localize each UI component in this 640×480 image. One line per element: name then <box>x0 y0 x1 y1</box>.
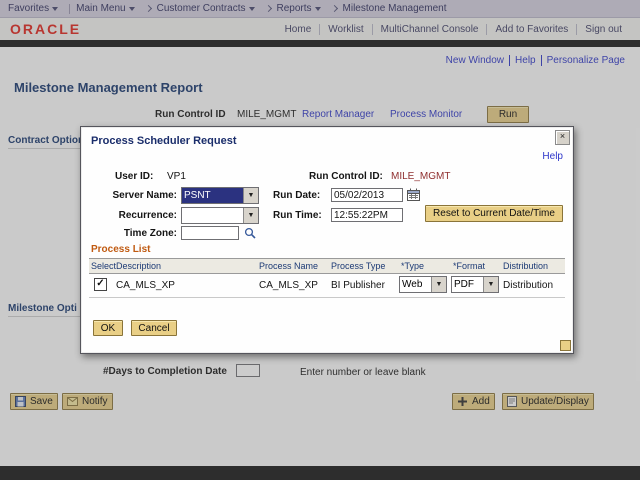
dropdown-arrow-icon[interactable]: ▼ <box>243 188 258 203</box>
server-name-label: Server Name: <box>112 190 177 201</box>
process-scheduler-request-dialog: Process Scheduler Request × Help User ID… <box>80 126 574 354</box>
user-id-label: User ID: <box>115 171 154 182</box>
distribution-link[interactable]: Distribution <box>503 280 553 291</box>
type-value: Web <box>402 279 423 290</box>
dialog-run-control-id-value: MILE_MGMT <box>391 171 451 182</box>
row-description: CA_MLS_XP <box>116 280 175 291</box>
dialog-title: Process Scheduler Request <box>91 135 237 147</box>
process-list-title: Process List <box>91 244 151 255</box>
ok-button[interactable]: OK <box>93 320 123 336</box>
run-time-input[interactable] <box>331 208 403 222</box>
type-select[interactable]: Web ▼ <box>399 276 447 293</box>
user-id-value: VP1 <box>167 171 186 182</box>
dialog-help-link[interactable]: Help <box>542 151 563 162</box>
col-type: *Type <box>401 261 425 271</box>
dropdown-arrow-icon[interactable]: ▼ <box>483 277 498 292</box>
run-date-label: Run Date: <box>273 190 321 201</box>
process-list-header-row: Select Description Process Name Process … <box>89 258 565 274</box>
format-select[interactable]: PDF ▼ <box>451 276 499 293</box>
format-value: PDF <box>454 279 474 290</box>
run-date-input[interactable] <box>331 188 403 202</box>
cancel-button[interactable]: Cancel <box>131 320 177 336</box>
server-name-select[interactable]: PSNT ▼ <box>181 187 259 204</box>
recurrence-label: Recurrence: <box>118 210 177 221</box>
time-zone-label: Time Zone: <box>123 228 177 239</box>
dropdown-arrow-icon[interactable]: ▼ <box>243 208 258 223</box>
col-select: Select <box>91 261 117 271</box>
run-time-label: Run Time: <box>273 210 322 221</box>
row-process-type: BI Publisher <box>331 280 385 291</box>
close-icon[interactable]: × <box>555 130 570 145</box>
col-distribution: Distribution <box>503 261 549 271</box>
row-process-name: CA_MLS_XP <box>259 280 318 291</box>
dropdown-arrow-icon[interactable]: ▼ <box>431 277 446 292</box>
lookup-magnifier-icon[interactable] <box>244 227 256 239</box>
col-description: Description <box>116 261 162 271</box>
process-list-row: ✓ CA_MLS_XP CA_MLS_XP BI Publisher Web ▼… <box>89 273 565 298</box>
col-process-type: Process Type <box>331 261 386 271</box>
server-name-value: PSNT <box>182 188 243 203</box>
time-zone-input[interactable] <box>181 226 239 240</box>
calendar-icon[interactable] <box>407 188 420 201</box>
select-checkbox[interactable]: ✓ <box>94 278 107 291</box>
col-process-name: Process Name <box>259 261 319 271</box>
col-format: *Format <box>453 261 486 271</box>
dialog-run-control-id-label: Run Control ID: <box>309 171 383 182</box>
resize-grip-icon[interactable] <box>560 340 571 351</box>
recurrence-select[interactable]: ▼ <box>181 207 259 224</box>
reset-date-time-button[interactable]: Reset to Current Date/Time <box>425 205 563 222</box>
recurrence-value <box>182 208 243 223</box>
